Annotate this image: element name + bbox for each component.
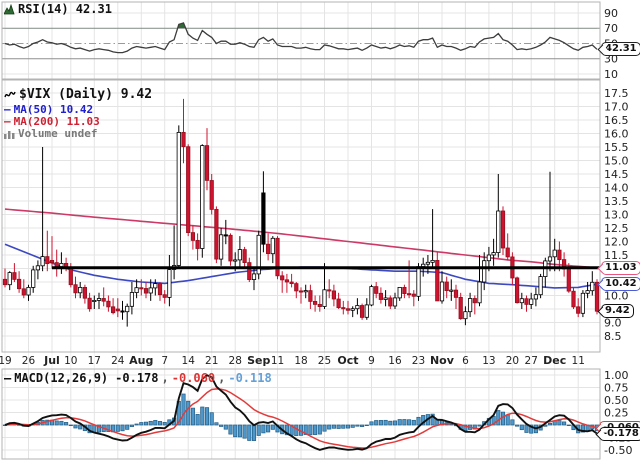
volume-legend-label: Volume undef <box>18 127 97 140</box>
separator: , <box>162 371 169 385</box>
stockchart-page: 17.517.016.516.015.515.014.514.013.513.0… <box>0 0 640 461</box>
svg-text:28: 28 <box>229 355 242 367</box>
svg-text:26: 26 <box>22 355 36 367</box>
svg-text:8.5: 8.5 <box>604 330 622 343</box>
svg-text:24: 24 <box>111 355 125 367</box>
svg-text:11: 11 <box>271 355 284 367</box>
svg-text:13.5: 13.5 <box>604 195 629 208</box>
svg-text:23: 23 <box>412 355 425 367</box>
svg-text:1.00: 1.00 <box>604 369 629 382</box>
svg-text:0.75: 0.75 <box>604 382 629 395</box>
svg-text:Sep: Sep <box>247 354 270 367</box>
rsi-area-icon <box>4 4 15 15</box>
svg-text:15.5: 15.5 <box>604 141 629 154</box>
svg-text:19: 19 <box>0 355 12 367</box>
last-price-tag: 9.42 <box>601 304 634 318</box>
axis-labels: 17.517.016.516.015.515.014.514.013.513.0… <box>0 7 632 457</box>
separator: , <box>218 371 225 385</box>
svg-text:6: 6 <box>462 355 469 367</box>
svg-text:27: 27 <box>525 355 538 367</box>
rsi-legend: RSI(14) 42.31 <box>4 2 112 16</box>
svg-text:17.5: 17.5 <box>604 87 629 100</box>
svg-text:-0.50: -0.50 <box>604 444 632 457</box>
svg-text:11: 11 <box>572 355 585 367</box>
svg-text:16.0: 16.0 <box>604 128 629 141</box>
macd-line-icon: — <box>4 371 11 385</box>
macd-value-tag: -0.178 <box>599 427 640 441</box>
svg-text:25: 25 <box>318 355 331 367</box>
chart-svg: 17.517.016.516.015.515.014.514.013.513.0… <box>0 0 640 461</box>
ma200-value-tag: 11.03 <box>601 261 640 275</box>
svg-text:0.25: 0.25 <box>604 407 629 420</box>
svg-text:Nov: Nov <box>430 354 455 367</box>
volume-bars-icon <box>4 129 15 139</box>
svg-text:9.0: 9.0 <box>604 317 622 330</box>
symbol-legend-label: $VIX (Daily) 9.42 <box>19 87 152 102</box>
svg-text:12.5: 12.5 <box>604 222 629 235</box>
volume-legend: Volume undef <box>4 127 97 140</box>
gridlines <box>2 2 600 459</box>
svg-text:Dec: Dec <box>543 354 566 367</box>
svg-text:13.0: 13.0 <box>604 209 629 222</box>
svg-text:18: 18 <box>294 355 307 367</box>
svg-text:12.0: 12.0 <box>604 236 629 249</box>
svg-text:16: 16 <box>388 355 402 367</box>
svg-text:14.5: 14.5 <box>604 168 629 181</box>
svg-text:14: 14 <box>182 355 196 367</box>
svg-text:21: 21 <box>205 355 218 367</box>
svg-text:15.0: 15.0 <box>604 155 629 168</box>
symbol-legend: $VIX (Daily) 9.42 <box>4 87 152 102</box>
candlestick-chart-icon <box>4 89 16 100</box>
svg-text:17: 17 <box>88 355 101 367</box>
svg-text:17.0: 17.0 <box>604 101 629 114</box>
svg-text:20: 20 <box>506 355 519 367</box>
macd-value: -0.178 <box>115 371 158 385</box>
svg-text:10: 10 <box>604 68 618 81</box>
svg-text:9: 9 <box>368 355 375 367</box>
macd-histogram-value: -0.118 <box>228 371 271 385</box>
ma50-value-tag: 10.42 <box>601 277 640 291</box>
rsi-value-tag: 42.31 <box>601 42 640 56</box>
svg-text:10.0: 10.0 <box>604 290 629 303</box>
svg-text:70: 70 <box>604 22 618 35</box>
svg-text:13: 13 <box>482 355 495 367</box>
macd-legend: — MACD(12,26,9) -0.178, -0.060, -0.118 <box>4 371 272 385</box>
svg-text:10: 10 <box>64 355 77 367</box>
rsi-legend-label: RSI(14) 42.31 <box>18 2 112 16</box>
macd-signal-value: -0.060 <box>172 371 215 385</box>
svg-text:0.50: 0.50 <box>604 394 629 407</box>
macd-legend-label: MACD(12,26,9) <box>14 371 108 385</box>
chart-canvas: 17.517.016.516.015.515.014.514.013.513.0… <box>0 0 640 461</box>
svg-text:Jul: Jul <box>43 354 60 367</box>
svg-text:7: 7 <box>161 355 168 367</box>
svg-text:90: 90 <box>604 7 618 20</box>
svg-text:16.5: 16.5 <box>604 114 629 127</box>
svg-text:Aug: Aug <box>129 354 153 367</box>
svg-text:14.0: 14.0 <box>604 182 629 195</box>
svg-text:Oct: Oct <box>337 354 358 367</box>
